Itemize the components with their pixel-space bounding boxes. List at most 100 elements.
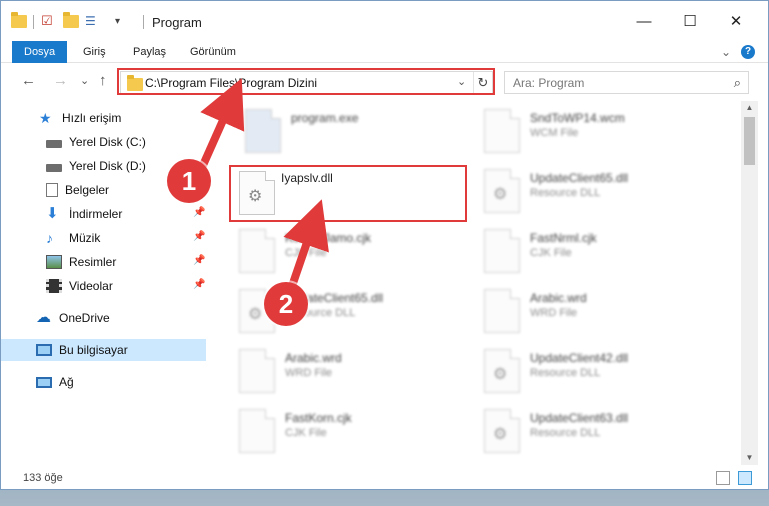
customize-icon[interactable]: ☰ — [85, 12, 96, 30]
new-folder-icon[interactable] — [63, 11, 79, 30]
tab-file[interactable]: Dosya — [12, 41, 68, 63]
scroll-up-icon[interactable]: ▲ — [741, 101, 758, 115]
sidebar-item-label: OneDrive — [59, 311, 110, 325]
tab-view[interactable]: Görünüm — [190, 41, 236, 63]
sidebar-item-label: Videolar — [69, 279, 113, 293]
ribbon-tabs: Dosya Giriş Paylaş Görünüm ⌄ ? — [1, 41, 768, 63]
folder-icon — [11, 11, 27, 30]
file-item[interactable]: program.exe — [245, 109, 475, 161]
file-name: FastKorn.cjk — [285, 411, 352, 425]
maximize-button[interactable]: ☐ — [667, 1, 713, 41]
file-list: program.exe ⚙ Iyapslv.dll KoreanJamo.cjk… — [211, 101, 741, 461]
sidebar-item-label: Bu bilgisayar — [59, 343, 128, 357]
sidebar-item-downloads[interactable]: ⬇ İndirmeler 📌 — [1, 203, 206, 225]
scroll-thumb[interactable] — [744, 117, 755, 165]
dll-file-icon: ⚙ — [484, 169, 520, 213]
navigation-pane: ★ Hızlı erişim Yerel Disk (C:) Yerel Dis… — [1, 101, 211, 461]
item-count: 133 öğe — [23, 472, 63, 484]
music-icon: ♪ — [46, 230, 53, 246]
help-button[interactable]: ? — [741, 43, 755, 61]
file-type: WRD File — [285, 367, 333, 379]
pin-icon[interactable]: 📌 — [193, 207, 205, 218]
sidebar-item-quick-access[interactable]: ★ Hızlı erişim — [1, 107, 206, 129]
file-item[interactable]: Arabic.wrd WRD File — [484, 289, 714, 341]
file-icon — [239, 409, 275, 453]
file-name: Arabic.wrd — [285, 351, 342, 365]
sidebar-item-onedrive[interactable]: ☁ OneDrive — [1, 307, 206, 329]
tab-share[interactable]: Paylaş — [133, 41, 166, 63]
sidebar-item-local-disk-c[interactable]: Yerel Disk (C:) — [1, 131, 206, 153]
file-icon — [484, 109, 520, 153]
computer-icon — [36, 344, 52, 356]
file-type: CJK File — [530, 247, 572, 259]
file-item[interactable]: ⚙ UpdateClient65.dll Resource DLL — [484, 169, 714, 221]
sidebar-item-label: Hızlı erişim — [62, 111, 122, 125]
file-name: FastNrml.cjk — [530, 231, 597, 245]
file-type: WCM File — [530, 127, 579, 139]
dll-file-icon: ⚙ — [484, 409, 520, 453]
file-name: UpdateClient65.dll — [530, 171, 629, 185]
file-item[interactable]: KoreanJamo.cjk CJK File — [239, 229, 469, 281]
pin-icon[interactable]: 📌 — [193, 279, 205, 290]
drive-icon — [46, 163, 62, 172]
address-highlight-box — [117, 68, 495, 95]
file-item[interactable]: FastKorn.cjk CJK File — [239, 409, 469, 461]
divider — [33, 15, 34, 29]
large-icons-view-icon[interactable] — [738, 471, 752, 485]
ribbon-expand-icon[interactable]: ⌄ — [721, 43, 731, 61]
sidebar-item-this-pc[interactable]: Bu bilgisayar — [1, 339, 206, 361]
file-name: KoreanJamo.cjk — [285, 231, 372, 245]
close-button[interactable]: ✕ — [713, 1, 759, 41]
window-title: Program — [152, 15, 202, 30]
properties-icon[interactable]: ☑ — [41, 12, 53, 30]
recent-locations-button[interactable]: ⌄ — [80, 74, 89, 87]
pin-icon[interactable]: 📌 — [193, 231, 205, 242]
file-item[interactable]: Arabic.wrd WRD File — [239, 349, 469, 401]
network-icon — [36, 376, 52, 388]
forward-button[interactable]: → — [53, 72, 68, 89]
divider — [143, 15, 144, 29]
sidebar-item-label: Müzik — [69, 231, 101, 245]
star-icon: ★ — [39, 110, 52, 126]
sidebar-item-label: Resimler — [69, 255, 117, 269]
sidebar-item-videos[interactable]: Videolar 📌 — [1, 275, 206, 297]
back-button[interactable]: ← — [21, 72, 36, 89]
file-name: program.exe — [291, 111, 359, 125]
up-button[interactable]: ↑ — [99, 72, 107, 89]
file-item[interactable]: FastNrml.cjk CJK File — [484, 229, 714, 281]
minimize-button[interactable]: — — [621, 1, 667, 41]
desktop-background — [0, 490, 769, 506]
sidebar-item-label: İndirmeler — [69, 207, 123, 221]
documents-icon — [46, 183, 58, 197]
file-type: Resource DLL — [530, 187, 601, 199]
pin-icon[interactable]: 📌 — [193, 255, 205, 266]
sidebar-item-pictures[interactable]: Resimler 📌 — [1, 251, 206, 273]
gear-icon: ⚙ — [248, 306, 263, 323]
cloud-icon: ☁ — [36, 309, 51, 326]
file-icon — [239, 349, 275, 393]
file-name: Arabic.wrd — [530, 291, 587, 305]
drive-icon — [46, 139, 62, 148]
file-type: Resource DLL — [530, 427, 601, 439]
video-icon — [46, 279, 62, 293]
vertical-scrollbar[interactable]: ▲ ▼ — [741, 101, 758, 465]
file-type: CJK File — [285, 427, 327, 439]
tab-home[interactable]: Giriş — [83, 41, 106, 63]
sidebar-item-network[interactable]: Ağ — [1, 371, 206, 393]
search-input[interactable]: Ara: Program ⌕ — [504, 71, 749, 94]
file-type: CJK File — [285, 247, 327, 259]
file-item[interactable]: SndToWP14.wcm WCM File — [484, 109, 714, 161]
sidebar-item-music[interactable]: ♪ Müzik 📌 — [1, 227, 206, 249]
sidebar-item-label: Ağ — [59, 375, 74, 389]
details-view-icon[interactable] — [716, 471, 730, 485]
file-type: Resource DLL — [530, 367, 601, 379]
file-icon — [239, 229, 275, 273]
file-name: SndToWP14.wcm — [530, 111, 625, 125]
sidebar-item-label: Yerel Disk (D:) — [69, 159, 146, 173]
gear-icon: ⚙ — [493, 366, 508, 383]
file-item[interactable]: ⚙ UpdateClient42.dll Resource DLL — [484, 349, 714, 401]
search-placeholder: Ara: Program — [513, 76, 585, 90]
qa-dropdown-icon[interactable]: ▾ — [115, 12, 120, 30]
file-item[interactable]: ⚙ UpdateClient63.dll Resource DLL — [484, 409, 714, 461]
scroll-down-icon[interactable]: ▼ — [741, 451, 758, 465]
